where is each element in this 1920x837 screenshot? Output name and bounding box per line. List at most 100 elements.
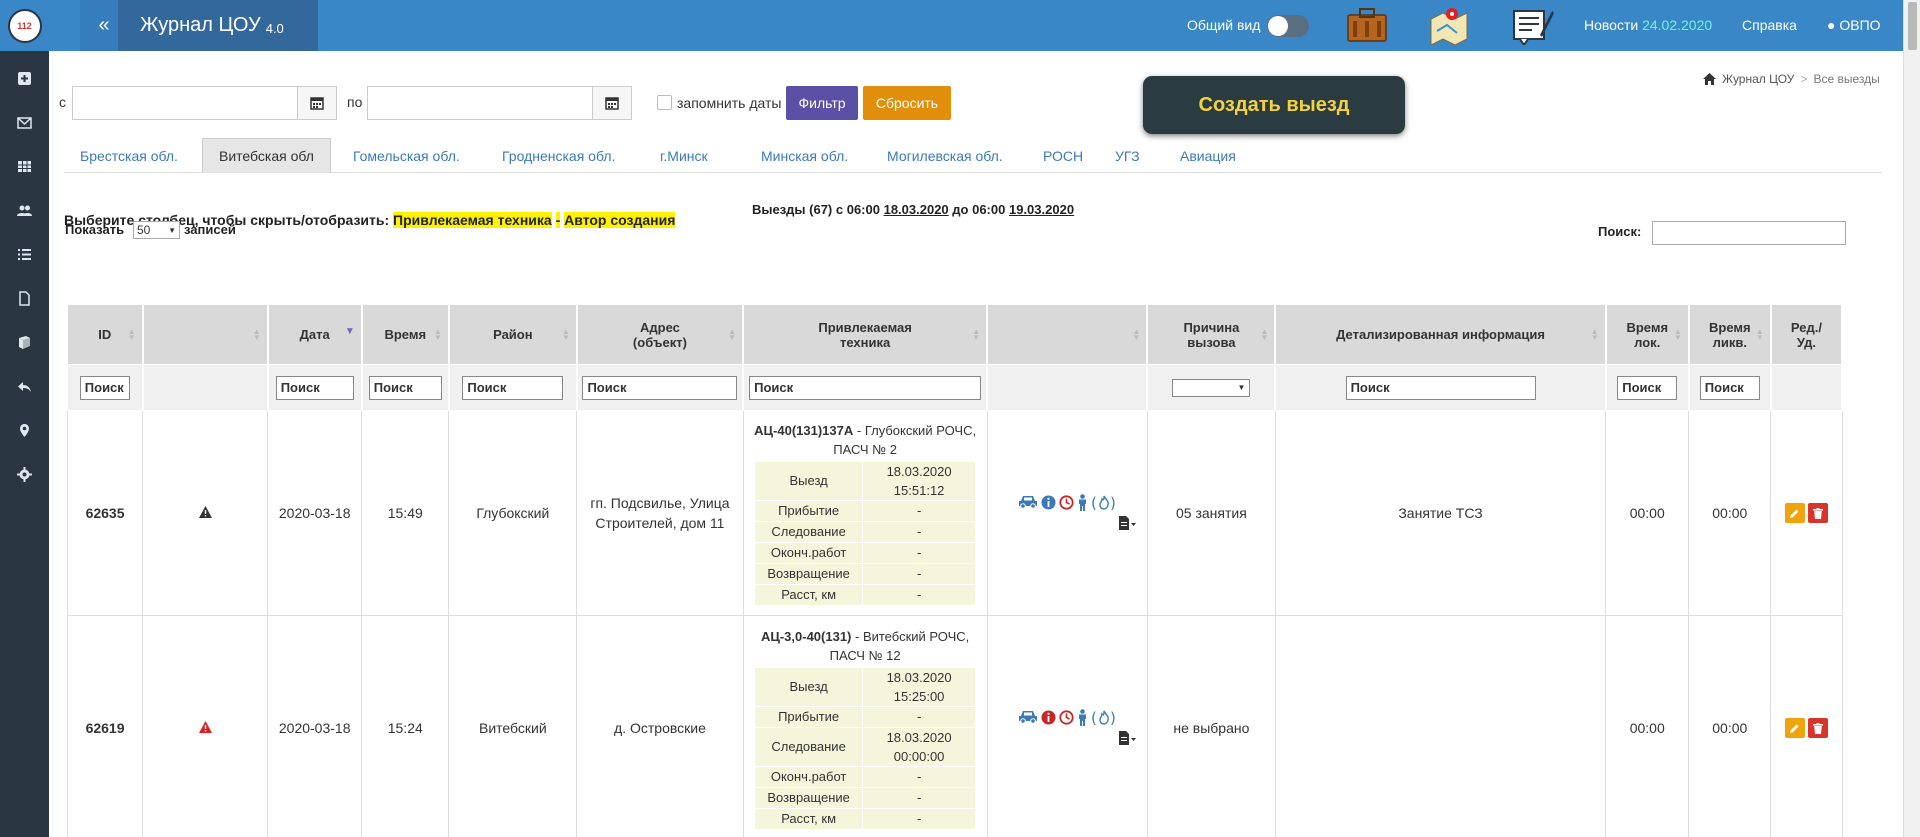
person-icon[interactable] xyxy=(1077,493,1088,514)
filter-date-input[interactable]: Поиск xyxy=(275,375,354,400)
clock-icon[interactable] xyxy=(1059,494,1074,513)
sort-icon: ▲ ▼ xyxy=(1260,326,1269,342)
remember-dates-checkbox[interactable] xyxy=(657,95,672,110)
header-time[interactable]: Время ▲ ▼ xyxy=(361,304,450,365)
header-reason[interactable]: Причина вызова ▲ ▼ xyxy=(1146,304,1277,365)
filter-liq-time-input[interactable]: Поиск xyxy=(1699,375,1760,400)
brand[interactable]: Журнал ЦОУ 4.0 xyxy=(118,0,318,51)
filter-loc-time-input[interactable]: Поиск xyxy=(1617,375,1678,400)
tab-rosn[interactable]: РОСН xyxy=(1027,138,1099,173)
header-actions[interactable]: ▲ ▼ xyxy=(986,304,1149,365)
delete-button[interactable] xyxy=(1807,718,1828,738)
filter-vehicles-input[interactable]: Поиск xyxy=(749,375,982,400)
table-row[interactable]: 62619 2020-03-18 15:24 Витебский д. Островск… xyxy=(66,615,1843,837)
date-to-calendar-button[interactable] xyxy=(592,86,632,120)
date-from-input[interactable] xyxy=(72,86,298,120)
header-alert[interactable]: ▲ ▼ xyxy=(142,304,269,365)
map-icon[interactable] xyxy=(1427,5,1471,45)
global-search-input[interactable] xyxy=(1652,221,1846,245)
vehicle-unit: - Витебский РОЧС, ПАСЧ № 12 xyxy=(829,628,970,663)
tab-vitebsk[interactable]: Витебская обл xyxy=(202,138,331,173)
scrollbar-thumb[interactable] xyxy=(1908,2,1917,50)
app-version: 4.0 xyxy=(265,21,284,36)
filter-reason-select[interactable] xyxy=(1172,378,1251,397)
map-marker-icon xyxy=(20,423,29,437)
sidebar-item-settings[interactable] xyxy=(0,452,49,496)
sidebar-item-map-marker[interactable] xyxy=(0,408,49,452)
delete-button[interactable] xyxy=(1807,503,1828,523)
sidebar-item-reply[interactable] xyxy=(0,364,49,408)
tab-minsk-region[interactable]: Минская обл. xyxy=(745,138,864,173)
sidebar-item-plus[interactable] xyxy=(0,56,49,100)
tab-mogilev[interactable]: Могилевская обл. xyxy=(871,138,1019,173)
header-loc-time[interactable]: Время лок. ▲ ▼ xyxy=(1605,304,1690,365)
vehicle-time-row: Расст, км - xyxy=(754,583,977,606)
sidebar-item-list[interactable] xyxy=(0,232,49,276)
car-icon[interactable] xyxy=(1018,710,1038,727)
filter-button[interactable]: Фильтр xyxy=(786,86,858,120)
header-vehicles[interactable]: Привлекаемая техника ▲ ▼ xyxy=(742,304,989,365)
sidebar-item-file[interactable] xyxy=(0,276,49,320)
tab-aviation[interactable]: Авиация xyxy=(1164,138,1252,173)
app-logo[interactable]: 112 xyxy=(0,0,49,51)
filter-cell: Поиск xyxy=(1605,364,1690,411)
fire-icon[interactable]: () xyxy=(1091,494,1117,514)
tab-minsk-city[interactable]: г.Минск xyxy=(644,138,724,173)
date-to-input[interactable] xyxy=(367,86,593,120)
column-toggle-author[interactable]: Автор создания xyxy=(564,212,676,228)
info-icon[interactable] xyxy=(1041,710,1056,728)
general-view-toggle[interactable] xyxy=(1267,15,1309,37)
filter-address-input[interactable]: Поиск xyxy=(582,375,738,400)
sidebar-item-users[interactable] xyxy=(0,188,49,232)
vehicle-title[interactable]: АЦ-40(131)137А - Глубокский РОЧС, ПАСЧ №… xyxy=(752,421,979,459)
table-row[interactable]: 62635 2020-03-18 15:49 Глубокский гп. Подсви… xyxy=(66,410,1843,616)
action-icons: () xyxy=(988,494,1147,514)
vehicle-title[interactable]: АЦ-3,0-40(131) - Витебский РОЧС, ПАСЧ № … xyxy=(752,627,979,665)
sidebar-item-book[interactable] xyxy=(0,320,49,364)
person-icon[interactable] xyxy=(1077,708,1088,729)
fire-icon[interactable]: () xyxy=(1091,709,1117,729)
time-value: - xyxy=(862,765,977,788)
filter-id-input[interactable]: Поиск xyxy=(79,375,130,400)
header-address[interactable]: Адрес (объект) ▲ ▼ xyxy=(576,304,745,365)
breadcrumb-home[interactable]: Журнал ЦОУ xyxy=(1722,72,1794,86)
breadcrumb-current: Все выезды xyxy=(1813,72,1880,86)
app-title: Журнал ЦОУ xyxy=(140,14,261,36)
filter-district-input[interactable]: Поиск xyxy=(462,375,564,400)
header-label: Ред./ Уд. xyxy=(1790,319,1822,350)
info-icon[interactable] xyxy=(1041,495,1056,513)
sidebar-item-mail[interactable] xyxy=(0,100,49,144)
records-label: записей xyxy=(184,222,236,237)
notepad-icon[interactable] xyxy=(1510,5,1554,45)
tab-brest[interactable]: Брестская обл. xyxy=(64,138,194,173)
column-toggle-vehicles[interactable]: Привлекаемая техника xyxy=(393,212,552,228)
time-key: Возвращение xyxy=(754,562,864,585)
tab-ugz[interactable]: УГЗ xyxy=(1099,138,1156,173)
clock-icon[interactable] xyxy=(1059,709,1074,728)
create-trip-button[interactable]: Создать выезд xyxy=(1143,76,1405,134)
header-details[interactable]: Детализированная информация ▲ ▼ xyxy=(1274,304,1607,365)
tab-grodno[interactable]: Гродненская обл. xyxy=(486,138,631,173)
header-district[interactable]: Район ▲ ▼ xyxy=(448,304,578,365)
edit-button[interactable] xyxy=(1784,503,1805,523)
page-scrollbar[interactable] xyxy=(1903,0,1920,837)
sidebar-item-table[interactable] xyxy=(0,144,49,188)
reset-button[interactable]: Сбросить xyxy=(863,86,951,120)
news-link[interactable]: Новости 24.02.2020 xyxy=(1584,17,1712,33)
document-menu[interactable] xyxy=(988,730,1147,748)
user-menu[interactable]: ● ОВПО xyxy=(1827,17,1881,33)
header-id[interactable]: ID ▲ ▼ xyxy=(66,304,144,365)
filter-time-input[interactable]: Поиск xyxy=(368,375,442,400)
edit-button[interactable] xyxy=(1784,718,1805,738)
date-from-calendar-button[interactable] xyxy=(297,86,337,120)
page-length-select[interactable]: 50 ▼ xyxy=(133,221,180,239)
header-date[interactable]: Дата ▼ xyxy=(267,304,363,365)
car-icon[interactable] xyxy=(1018,495,1038,512)
help-link[interactable]: Справка xyxy=(1742,17,1797,33)
filter-details-input[interactable]: Поиск xyxy=(1345,375,1536,400)
document-menu[interactable] xyxy=(988,515,1147,533)
region-tabs: Брестская обл. Витебская обл Гомельская … xyxy=(64,138,1882,173)
tab-gomel[interactable]: Гомельская обл. xyxy=(337,138,476,173)
header-liq-time[interactable]: Время ликв. ▲ ▼ xyxy=(1688,304,1772,365)
briefcase-icon[interactable] xyxy=(1345,5,1389,45)
